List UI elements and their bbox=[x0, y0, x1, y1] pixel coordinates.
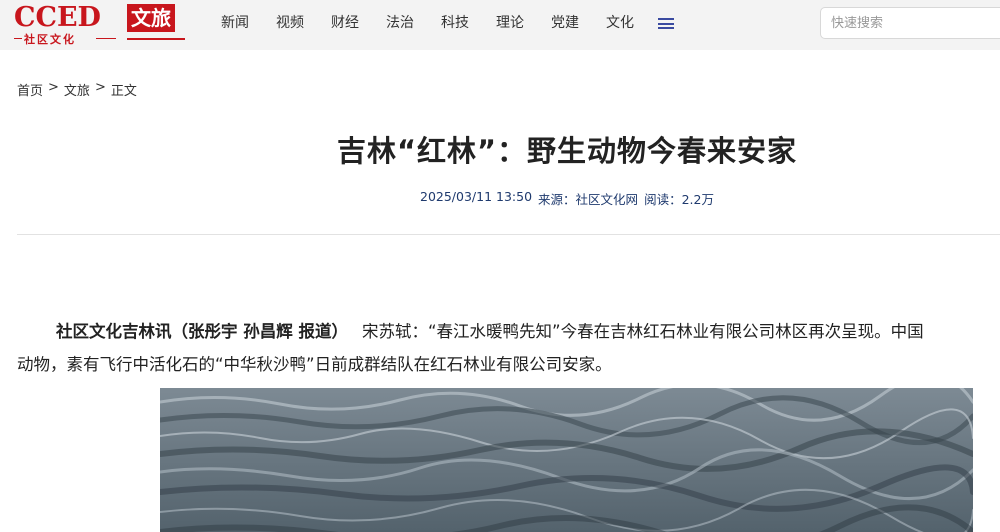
breadcrumb-separator: > bbox=[48, 80, 59, 95]
breadcrumb-section[interactable]: 文旅 bbox=[64, 80, 90, 99]
nav-item-law[interactable]: 法治 bbox=[386, 14, 414, 32]
nav-item-culture[interactable]: 文化 bbox=[606, 14, 634, 32]
water-photo bbox=[160, 388, 973, 532]
main-nav: 新闻 视频 财经 法治 科技 理论 党建 文化 bbox=[221, 14, 661, 32]
logo-rule-right bbox=[96, 38, 116, 39]
nav-item-finance[interactable]: 财经 bbox=[331, 14, 359, 32]
article-title: 吉林“红林”：野生动物今春来安家 bbox=[336, 134, 798, 168]
logo-text: CCED bbox=[14, 2, 101, 33]
hamburger-icon[interactable] bbox=[658, 18, 674, 30]
site-header: CCED 文旅 社区文化 新闻 视频 财经 法治 科技 理论 党建 文化 bbox=[0, 0, 1000, 50]
article-source: 来源：社区文化网 bbox=[538, 192, 639, 207]
logo-subtitle: 社区文化 bbox=[24, 33, 76, 46]
site-logo[interactable]: CCED 文旅 社区文化 bbox=[14, 2, 185, 46]
article-lead-text-2: 动物，素有飞行中活化石的“中华秋沙鸭”日前成群结队在红石林业有限公司安家。 bbox=[17, 355, 612, 374]
article-lead: 社区文化吉林讯（张彤宇 孙昌辉 报道） 宋苏轼：“春江水暖鸭先知”今春在吉林红石林… bbox=[17, 315, 1000, 348]
article-reads: 阅读：2.2万 bbox=[644, 192, 714, 207]
nav-item-news[interactable]: 新闻 bbox=[221, 14, 249, 32]
nav-item-video[interactable]: 视频 bbox=[276, 14, 304, 32]
logo-rule-left bbox=[14, 38, 22, 39]
breadcrumb-separator: > bbox=[94, 80, 106, 95]
nav-item-theory[interactable]: 理论 bbox=[496, 14, 524, 32]
article-meta: 2025/03/11 13:50 来源：社区文化网 阅读：2.2万 bbox=[420, 189, 714, 208]
article-lead-text: 宋苏轼：“春江水暖鸭先知”今春在吉林红石林业有限公司林区再次呈现。中国 bbox=[362, 322, 924, 341]
breadcrumb: 首页 > 文旅 > 正文 bbox=[17, 80, 137, 99]
breadcrumb-current: 正文 bbox=[110, 84, 137, 99]
search-box bbox=[820, 7, 1000, 39]
article-byline: 社区文化吉林讯（张彤宇 孙昌辉 报道） bbox=[56, 322, 348, 341]
article-date: 2025/03/11 13:50 bbox=[420, 189, 533, 204]
logo-underline bbox=[127, 38, 185, 40]
nav-item-tech[interactable]: 科技 bbox=[441, 14, 469, 32]
logo-badge: 文旅 bbox=[127, 4, 175, 32]
article-lead-continued: 动物，素有飞行中活化石的“中华秋沙鸭”日前成群结队在红石林业有限公司安家。 bbox=[17, 348, 1000, 381]
breadcrumb-home[interactable]: 首页 bbox=[17, 80, 43, 99]
nav-item-party[interactable]: 党建 bbox=[551, 14, 579, 32]
search-input[interactable] bbox=[821, 8, 991, 38]
article-photo bbox=[160, 388, 973, 532]
title-divider bbox=[17, 234, 1000, 235]
